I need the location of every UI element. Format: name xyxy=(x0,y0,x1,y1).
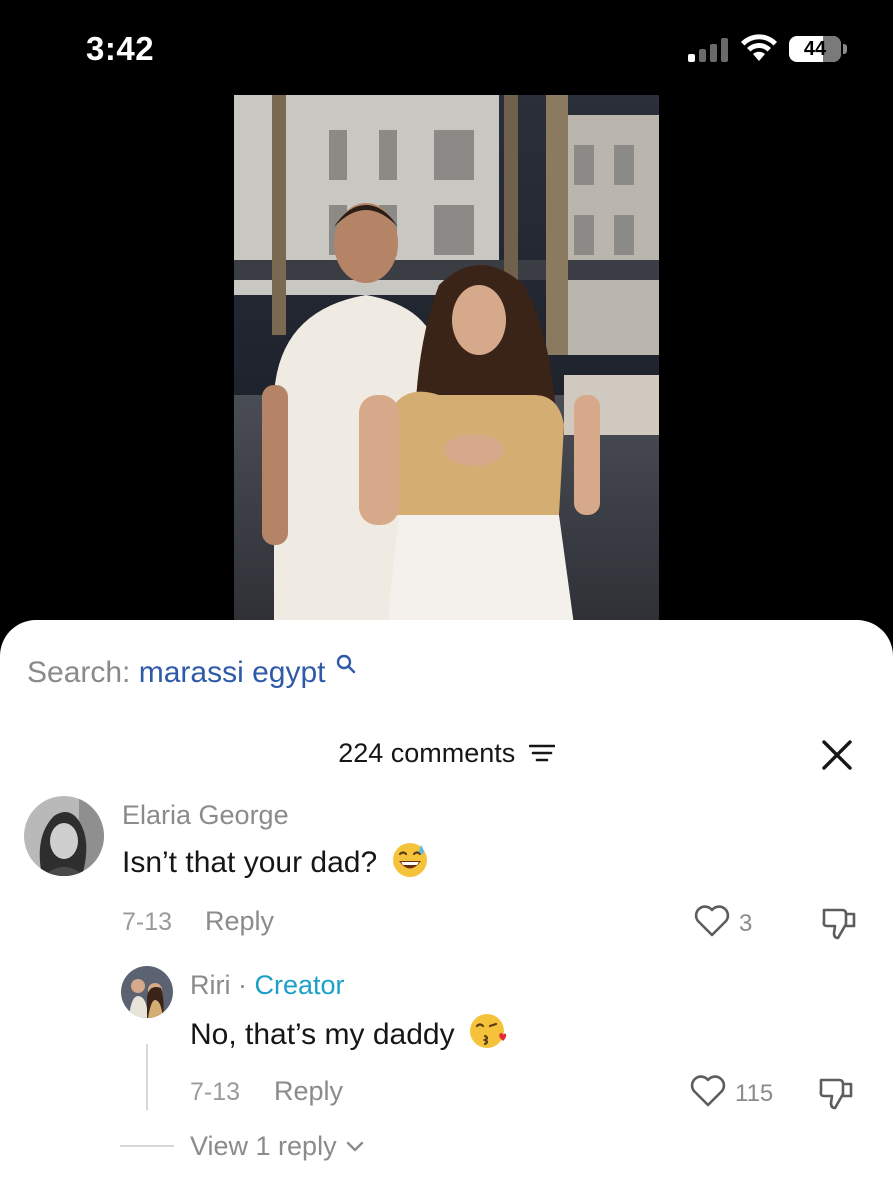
reply-like-count: 115 xyxy=(735,1080,774,1107)
reply-body: No, that’s my daddy xyxy=(190,1018,455,1051)
search-label: Search: xyxy=(27,656,131,689)
battery-icon: 44 xyxy=(789,36,847,62)
like-count: 3 xyxy=(739,910,753,937)
view-replies-button[interactable]: View 1 reply xyxy=(190,1131,364,1162)
dislike-icon[interactable] xyxy=(817,1074,857,1112)
search-suggestion[interactable]: Search: marassi egypt xyxy=(27,654,356,690)
comments-count: 224 comments xyxy=(338,738,516,768)
heart-icon[interactable] xyxy=(689,1074,727,1108)
chevron-down-icon xyxy=(346,1141,364,1152)
reply-date: 7-13 xyxy=(190,1078,241,1106)
video-frame xyxy=(234,95,659,625)
search-icon xyxy=(336,654,356,674)
creator-avatar[interactable] xyxy=(121,966,173,1018)
battery-level: 44 xyxy=(803,38,827,60)
close-icon[interactable] xyxy=(818,736,856,774)
creator-badge: Creator xyxy=(254,970,345,1000)
heart-icon[interactable] xyxy=(693,904,731,938)
clock: 3:42 xyxy=(86,30,155,67)
wifi-icon xyxy=(741,34,777,61)
reply-username[interactable]: Riri xyxy=(190,970,231,1000)
view-replies-divider xyxy=(120,1145,174,1147)
comments-header[interactable]: 224 comments xyxy=(0,738,893,769)
sort-filter-icon[interactable] xyxy=(528,742,555,764)
reply-username-line: Riri · Creator xyxy=(190,970,345,1001)
grinning-sweat-emoji-icon xyxy=(392,843,427,877)
comment-text: Isn’t that your dad? xyxy=(122,842,428,880)
thread-line xyxy=(146,1044,148,1110)
reply-text: No, that’s my daddy xyxy=(190,1012,507,1052)
comment-username[interactable]: Elaria George xyxy=(122,800,289,831)
status-bar: 3:42 44 xyxy=(0,0,893,95)
signal-icon xyxy=(688,38,728,62)
username-separator: · xyxy=(230,970,255,1000)
comment-date: 7-13 xyxy=(122,908,173,936)
video-player[interactable] xyxy=(234,95,659,625)
dislike-icon[interactable] xyxy=(820,904,860,942)
comments-sheet: Search: marassi egypt 224 comments Elari… xyxy=(0,620,893,1200)
view-replies-label: View 1 reply xyxy=(190,1131,337,1161)
avatar[interactable] xyxy=(24,796,104,876)
reply-button[interactable]: Reply xyxy=(205,906,274,937)
search-query-link[interactable]: marassi egypt xyxy=(139,656,326,689)
kissing-heart-emoji-icon xyxy=(469,1014,507,1048)
reply-to-reply-button[interactable]: Reply xyxy=(274,1076,343,1107)
comment-body: Isn’t that your dad? xyxy=(122,846,378,879)
